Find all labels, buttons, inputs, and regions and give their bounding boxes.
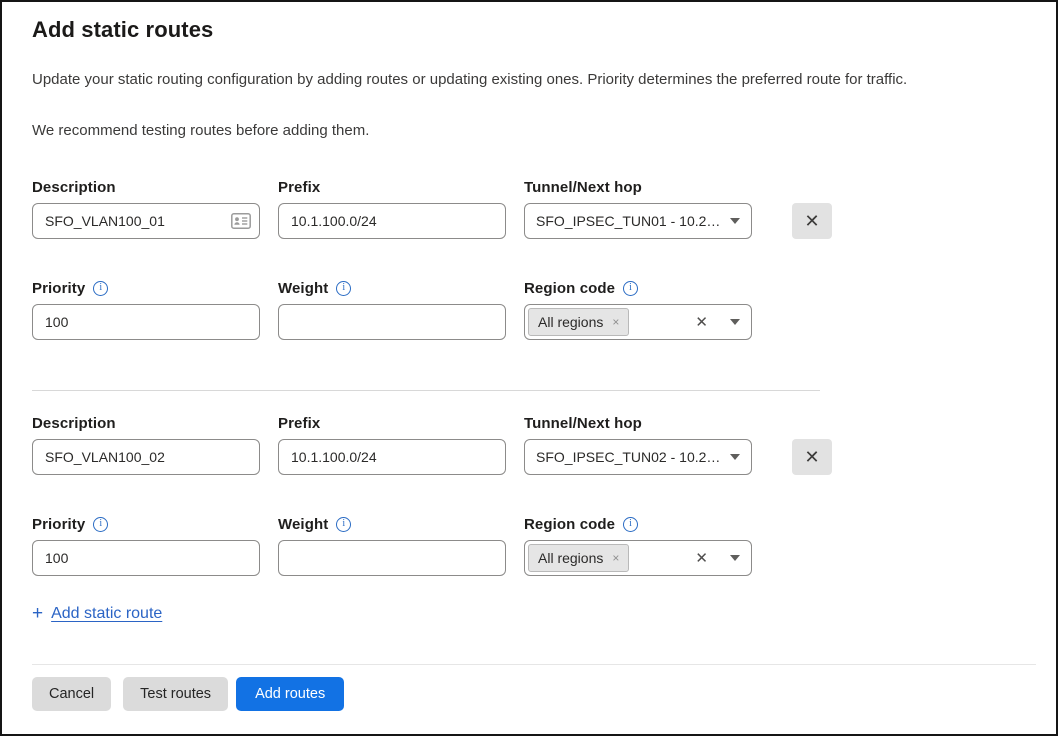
prefix-field-group-1: Prefix	[278, 177, 506, 239]
info-icon[interactable]: i	[336, 517, 351, 532]
description-input[interactable]	[32, 439, 260, 475]
region-label: Region code i	[524, 514, 752, 534]
priority-label: Priority i	[32, 278, 260, 298]
description-label: Description	[32, 177, 260, 197]
prefix-input[interactable]	[278, 439, 506, 475]
description-label: Description	[32, 413, 260, 433]
weight-label-text: Weight	[278, 280, 328, 297]
remove-route-button[interactable]: ✕	[792, 439, 832, 475]
region-chip: All regions ×	[528, 308, 629, 336]
cancel-button[interactable]: Cancel	[32, 677, 111, 711]
region-chip-label: All regions	[538, 550, 603, 566]
chevron-down-icon	[730, 319, 740, 325]
description-field-group-1: Description	[32, 177, 260, 239]
weight-label: Weight i	[278, 278, 506, 298]
region-label-text: Region code	[524, 280, 615, 297]
weight-label-text: Weight	[278, 516, 328, 533]
priority-label-text: Priority	[32, 516, 85, 533]
prefix-field-group-2: Prefix	[278, 413, 506, 475]
region-multiselect[interactable]: All regions × ✕	[524, 540, 752, 576]
priority-field-group-2: Priority i	[32, 514, 260, 576]
weight-field-group-2: Weight i	[278, 514, 506, 576]
tunnel-label: Tunnel/Next hop	[524, 177, 752, 197]
region-label-text: Region code	[524, 516, 615, 533]
tunnel-field-group-2: Tunnel/Next hop SFO_IPSEC_TUN02 - 10.25.…	[524, 413, 752, 475]
chevron-down-icon	[730, 218, 740, 224]
priority-label-text: Priority	[32, 280, 85, 297]
footer-actions: Cancel Test routes Add routes	[32, 677, 1056, 711]
weight-input[interactable]	[278, 540, 506, 576]
prefix-label: Prefix	[278, 177, 506, 197]
chevron-down-icon	[730, 454, 740, 460]
tunnel-select[interactable]: SFO_IPSEC_TUN02 - 10.25...	[524, 439, 752, 475]
add-routes-button[interactable]: Add routes	[236, 677, 344, 711]
region-label: Region code i	[524, 278, 752, 298]
add-static-route-link[interactable]: + Add static route	[32, 603, 162, 625]
priority-input[interactable]	[32, 540, 260, 576]
tunnel-field-group-1: Tunnel/Next hop SFO_IPSEC_TUN01 - 10.25.…	[524, 177, 752, 239]
info-icon[interactable]: i	[93, 517, 108, 532]
description-input[interactable]	[32, 203, 260, 239]
chevron-down-icon	[730, 555, 740, 561]
tunnel-selected-value: SFO_IPSEC_TUN02 - 10.25...	[536, 449, 722, 465]
info-icon[interactable]: i	[336, 281, 351, 296]
weight-input[interactable]	[278, 304, 506, 340]
chip-remove-icon[interactable]: ×	[612, 316, 619, 328]
clear-selection-icon[interactable]: ✕	[695, 315, 708, 330]
tunnel-select[interactable]: SFO_IPSEC_TUN01 - 10.25...	[524, 203, 752, 239]
info-icon[interactable]: i	[623, 517, 638, 532]
description-field-group-2: Description	[32, 413, 260, 475]
intro-text-line2: We recommend testing routes before addin…	[32, 121, 1026, 140]
weight-label: Weight i	[278, 514, 506, 534]
info-icon[interactable]: i	[93, 281, 108, 296]
add-static-route-link-label: Add static route	[51, 605, 162, 623]
add-static-routes-dialog: Add static routes Update your static rou…	[0, 0, 1058, 736]
group-divider	[32, 390, 820, 391]
priority-label: Priority i	[32, 514, 260, 534]
contact-card-icon	[231, 213, 251, 229]
remove-route-button[interactable]: ✕	[792, 203, 832, 239]
info-icon[interactable]: i	[623, 281, 638, 296]
intro-text-line1: Update your static routing configuration…	[32, 70, 1026, 89]
plus-icon: +	[32, 603, 43, 625]
footer-divider	[32, 664, 1036, 665]
region-field-group-1: Region code i All regions × ✕	[524, 278, 752, 340]
region-field-group-2: Region code i All regions × ✕	[524, 514, 752, 576]
weight-field-group-1: Weight i	[278, 278, 506, 340]
region-chip: All regions ×	[528, 544, 629, 572]
prefix-input[interactable]	[278, 203, 506, 239]
region-chip-label: All regions	[538, 314, 603, 330]
prefix-label: Prefix	[278, 413, 506, 433]
chip-remove-icon[interactable]: ×	[612, 552, 619, 564]
route-group-2: Description Prefix Tunnel/Next hop SFO_I…	[32, 413, 1026, 576]
test-routes-button[interactable]: Test routes	[123, 677, 228, 711]
page-title: Add static routes	[32, 16, 1026, 44]
tunnel-selected-value: SFO_IPSEC_TUN01 - 10.25...	[536, 213, 722, 229]
route-group-1: Description	[32, 177, 1026, 340]
tunnel-label: Tunnel/Next hop	[524, 413, 752, 433]
region-multiselect[interactable]: All regions × ✕	[524, 304, 752, 340]
priority-input[interactable]	[32, 304, 260, 340]
clear-selection-icon[interactable]: ✕	[695, 551, 708, 566]
priority-field-group-1: Priority i	[32, 278, 260, 340]
